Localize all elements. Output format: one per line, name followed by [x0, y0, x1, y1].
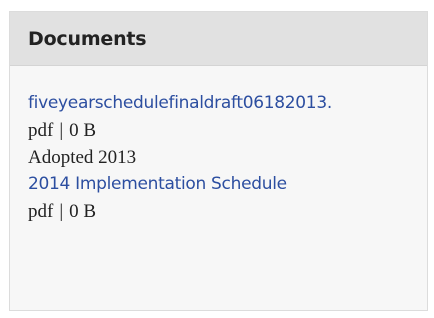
document-item: fiveyearschedulefinaldraft06182013. pdf |…: [28, 90, 427, 171]
documents-panel: Documents fiveyearschedulefinaldraft0618…: [9, 11, 428, 311]
panel-title: Documents: [28, 27, 147, 50]
file-size: 0 B: [69, 201, 97, 222]
document-item: 2014 Implementation Schedule pdf | 0 B: [28, 171, 427, 225]
document-meta: pdf | 0 B: [28, 117, 427, 144]
file-type: pdf: [28, 120, 54, 141]
document-link[interactable]: fiveyearschedulefinaldraft06182013.: [28, 90, 427, 117]
document-link[interactable]: 2014 Implementation Schedule: [28, 171, 427, 198]
document-meta: pdf | 0 B: [28, 198, 427, 225]
panel-header: Documents: [10, 12, 427, 66]
meta-separator: |: [59, 201, 64, 222]
meta-separator: |: [59, 120, 64, 141]
document-note: Adopted 2013: [28, 147, 137, 168]
file-size: 0 B: [69, 120, 97, 141]
panel-body: fiveyearschedulefinaldraft06182013. pdf |…: [10, 66, 427, 225]
file-type: pdf: [28, 201, 54, 222]
